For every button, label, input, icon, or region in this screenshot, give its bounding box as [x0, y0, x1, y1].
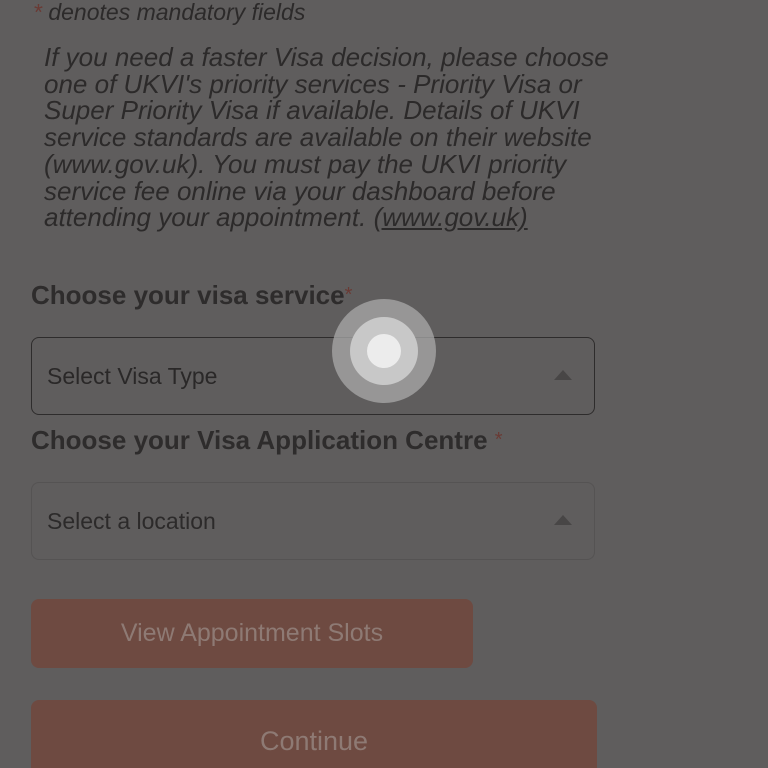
location-select-value: Select a location	[47, 507, 216, 534]
visa-centre-label: Choose your Visa Application Centre *	[31, 425, 503, 455]
gov-uk-link[interactable]: (www.gov.uk)	[374, 202, 528, 232]
priority-service-info: If you need a faster Visa decision, plea…	[44, 44, 624, 231]
location-select[interactable]: Select a location	[31, 482, 595, 560]
visa-appointment-page: * denotes mandatory fields If you need a…	[0, 0, 768, 768]
caret-up-icon	[554, 515, 572, 525]
visa-service-required-mark: *	[344, 284, 353, 306]
visa-centre-label-text: Choose your Visa Application Centre	[31, 425, 495, 455]
touch-indicator-dot	[367, 334, 401, 368]
touch-indicator-icon	[332, 299, 436, 403]
visa-type-select[interactable]: Select Visa Type	[31, 337, 595, 415]
visa-service-label: Choose your visa service*	[31, 280, 352, 310]
mandatory-star: *	[33, 0, 42, 25]
visa-service-label-text: Choose your visa service	[31, 280, 345, 310]
mandatory-fields-note: * denotes mandatory fields	[33, 0, 305, 26]
visa-type-select-value: Select Visa Type	[47, 362, 218, 389]
continue-button[interactable]: Continue	[31, 700, 597, 768]
view-appointment-slots-button[interactable]: View Appointment Slots	[31, 599, 473, 668]
visa-centre-required-mark: *	[494, 429, 503, 451]
mandatory-note-text: denotes mandatory fields	[41, 0, 306, 25]
caret-up-icon	[554, 370, 572, 380]
